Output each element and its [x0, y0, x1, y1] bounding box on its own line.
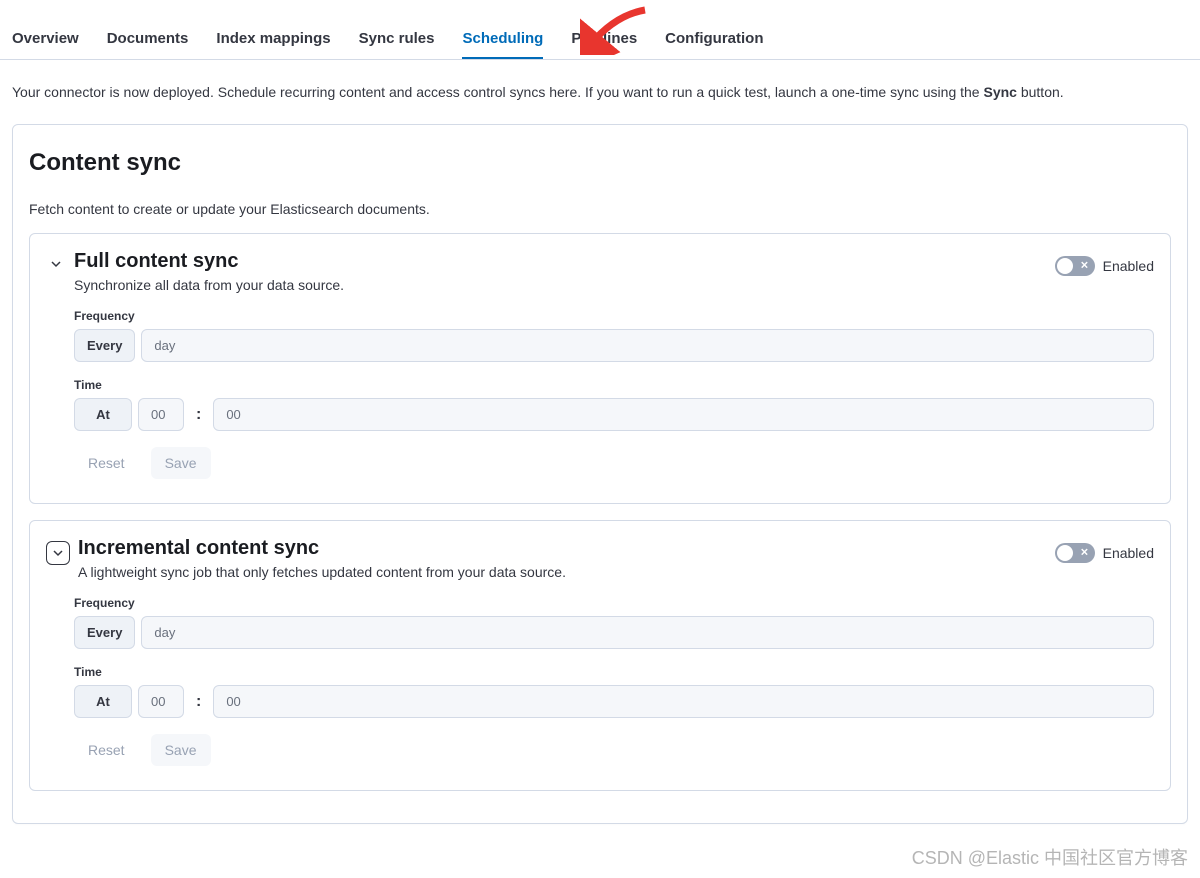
full-reset-button[interactable]: Reset	[74, 447, 139, 479]
collapse-toggle-incremental[interactable]	[46, 541, 70, 565]
full-content-sync-card: Full content sync Synchronize all data f…	[29, 233, 1171, 504]
full-sync-enable-toggle[interactable]: ✕	[1055, 256, 1095, 276]
incremental-every-prefix: Every	[74, 616, 135, 649]
chevron-down-icon	[50, 258, 62, 270]
incremental-sync-title: Incremental content sync	[78, 537, 1047, 560]
full-frequency-label: Frequency	[74, 309, 1154, 323]
collapse-toggle-full[interactable]	[46, 254, 66, 274]
chevron-down-icon	[52, 547, 64, 559]
incremental-hour-input[interactable]: 00	[138, 685, 184, 718]
full-frequency-input[interactable]: day	[141, 329, 1154, 362]
time-colon: :	[190, 398, 207, 431]
tab-sync-rules[interactable]: Sync rules	[359, 30, 435, 59]
full-save-button[interactable]: Save	[151, 447, 211, 479]
full-time-label: Time	[74, 378, 1154, 392]
panel-title: Content sync	[29, 149, 1171, 177]
full-sync-enabled-label: Enabled	[1103, 258, 1154, 274]
incremental-content-sync-card: Incremental content sync A lightweight s…	[29, 520, 1171, 791]
incremental-reset-button[interactable]: Reset	[74, 734, 139, 766]
full-hour-input[interactable]: 00	[138, 398, 184, 431]
incremental-at-prefix: At	[74, 685, 132, 718]
full-every-prefix: Every	[74, 329, 135, 362]
full-sync-desc: Synchronize all data from your data sour…	[74, 277, 1047, 293]
tab-scheduling[interactable]: Scheduling	[462, 30, 543, 59]
close-icon: ✕	[1080, 261, 1088, 272]
time-colon: :	[190, 685, 207, 718]
tab-pipelines[interactable]: Pipelines	[571, 30, 637, 59]
incremental-time-label: Time	[74, 665, 1154, 679]
content-sync-panel: Content sync Fetch content to create or …	[12, 124, 1188, 824]
panel-subtitle: Fetch content to create or update your E…	[29, 201, 1171, 217]
intro-bold: Sync	[983, 84, 1016, 100]
incremental-save-button[interactable]: Save	[151, 734, 211, 766]
tab-documents[interactable]: Documents	[107, 30, 189, 59]
full-sync-title: Full content sync	[74, 250, 1047, 273]
tab-overview[interactable]: Overview	[12, 30, 79, 59]
incremental-frequency-label: Frequency	[74, 596, 1154, 610]
incremental-sync-desc: A lightweight sync job that only fetches…	[78, 564, 1047, 580]
watermark: CSDN @Elastic 中国社区官方博客	[912, 844, 1188, 870]
incremental-minute-input[interactable]: 00	[213, 685, 1154, 718]
intro-post: button.	[1017, 84, 1064, 100]
intro-pre: Your connector is now deployed. Schedule…	[12, 84, 983, 100]
incremental-sync-enable-toggle[interactable]: ✕	[1055, 543, 1095, 563]
incremental-sync-enabled-label: Enabled	[1103, 545, 1154, 561]
tab-configuration[interactable]: Configuration	[665, 30, 763, 59]
intro-text: Your connector is now deployed. Schedule…	[12, 60, 1188, 124]
incremental-frequency-input[interactable]: day	[141, 616, 1154, 649]
full-at-prefix: At	[74, 398, 132, 431]
tab-index-mappings[interactable]: Index mappings	[216, 30, 330, 59]
close-icon: ✕	[1080, 548, 1088, 559]
tab-bar: Overview Documents Index mappings Sync r…	[0, 0, 1200, 60]
full-minute-input[interactable]: 00	[213, 398, 1154, 431]
